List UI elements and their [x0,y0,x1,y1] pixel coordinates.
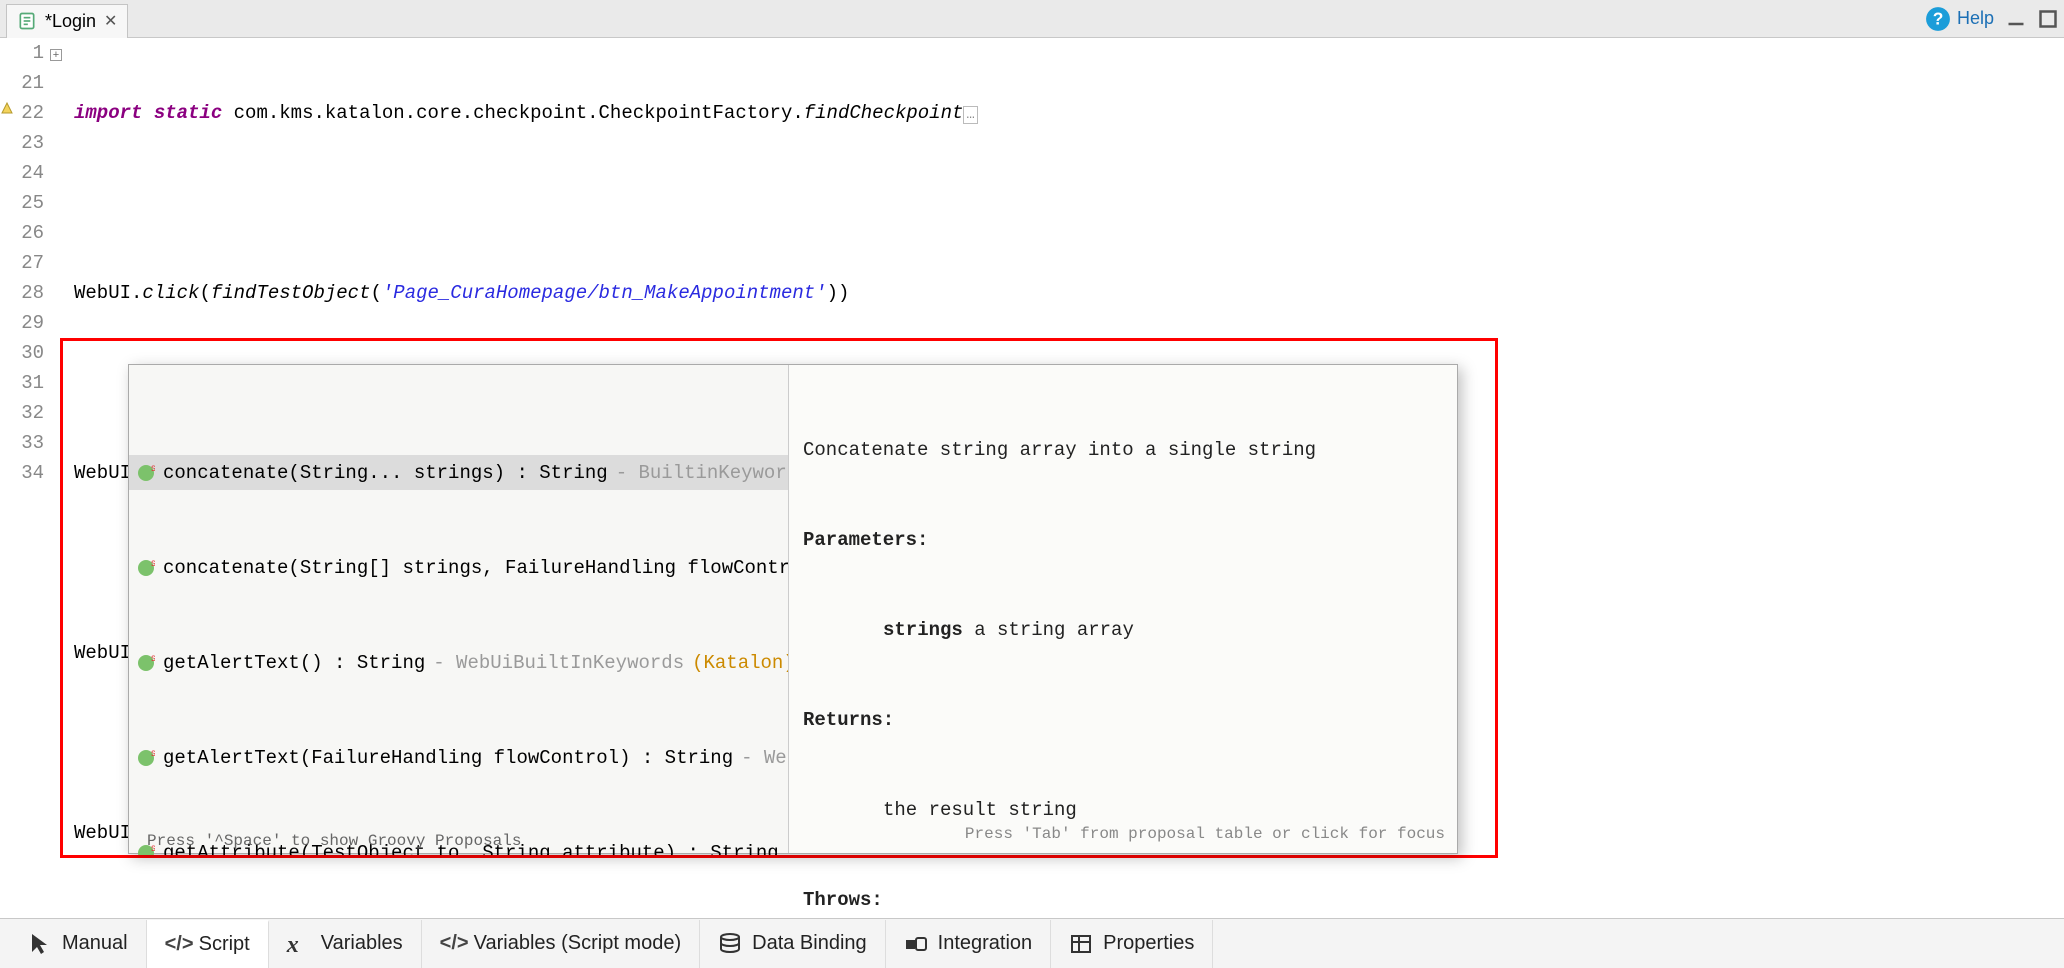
tab-variables-script[interactable]: </> Variables (Script mode) [422,920,700,968]
tab-title: *Login [45,11,96,32]
method-icon: S [137,654,155,672]
autocomplete-item[interactable]: Sconcatenate(String[] strings, FailureHa… [129,550,788,585]
svg-text:S: S [151,560,155,569]
code-area[interactable]: import static com.kms.katalon.core.check… [66,38,2064,918]
autocomplete-list[interactable]: Sconcatenate(String... strings) : String… [129,365,788,855]
doc-panel: Concatenate string array into a single s… [788,365,1457,853]
maximize-icon[interactable] [2038,9,2058,29]
code-editor[interactable]: 1 21 22 23 24 25 26 27 28 29 30 31 32 33… [0,38,2064,918]
autocomplete-item[interactable]: SgetAlertText(FailureHandling flowContro… [129,740,788,775]
svg-text:S: S [151,655,155,664]
tab-script[interactable]: </> Script [147,920,269,968]
expand-fold-icon[interactable]: + [50,49,62,61]
doc-returns-heading: Returns: [803,709,894,731]
editor-toolbar: *Login ✕ ? Help [0,0,2064,38]
warning-marker-icon[interactable] [1,102,13,114]
annotation-column [0,38,14,918]
editor-tab-login[interactable]: *Login ✕ [6,4,128,38]
svg-text:S: S [151,750,155,759]
minimize-icon[interactable] [2006,9,2026,29]
help-button[interactable]: ? Help [1925,6,1994,32]
code-icon: </> [440,932,464,956]
cursor-icon [28,932,52,956]
line-gutter: 1 21 22 23 24 25 26 27 28 29 30 31 32 33… [14,38,50,918]
help-icon: ? [1925,6,1951,32]
autocomplete-hint-left: Press '^Space' to show Groovy Proposals [129,827,539,855]
method-icon: S [137,464,155,482]
doc-footer-hint: Press 'Tab' from proposal table or click… [965,819,1445,849]
doc-throws-heading: Throws: [803,889,883,911]
autocomplete-item[interactable]: SgetAlertText() : String - WebUiBuiltInK… [129,645,788,680]
code-icon: </> [165,933,189,957]
method-icon: S [137,749,155,767]
autocomplete-item[interactable]: Sconcatenate(String... strings) : String… [129,455,788,490]
method-icon: S [137,559,155,577]
doc-params-heading: Parameters: [803,529,928,551]
svg-text:S: S [151,465,155,474]
svg-text:?: ? [1933,8,1944,28]
doc-summary: Concatenate string array into a single s… [803,435,1443,465]
testcase-file-icon [17,11,37,31]
database-icon [718,932,742,956]
autocomplete-popup: Sconcatenate(String... strings) : String… [128,364,1458,854]
close-icon[interactable]: ✕ [104,11,117,31]
variable-icon: x [287,932,311,956]
tab-manual[interactable]: Manual [10,920,147,968]
tab-variables[interactable]: x Variables [269,920,422,968]
fold-column: + [50,38,66,918]
